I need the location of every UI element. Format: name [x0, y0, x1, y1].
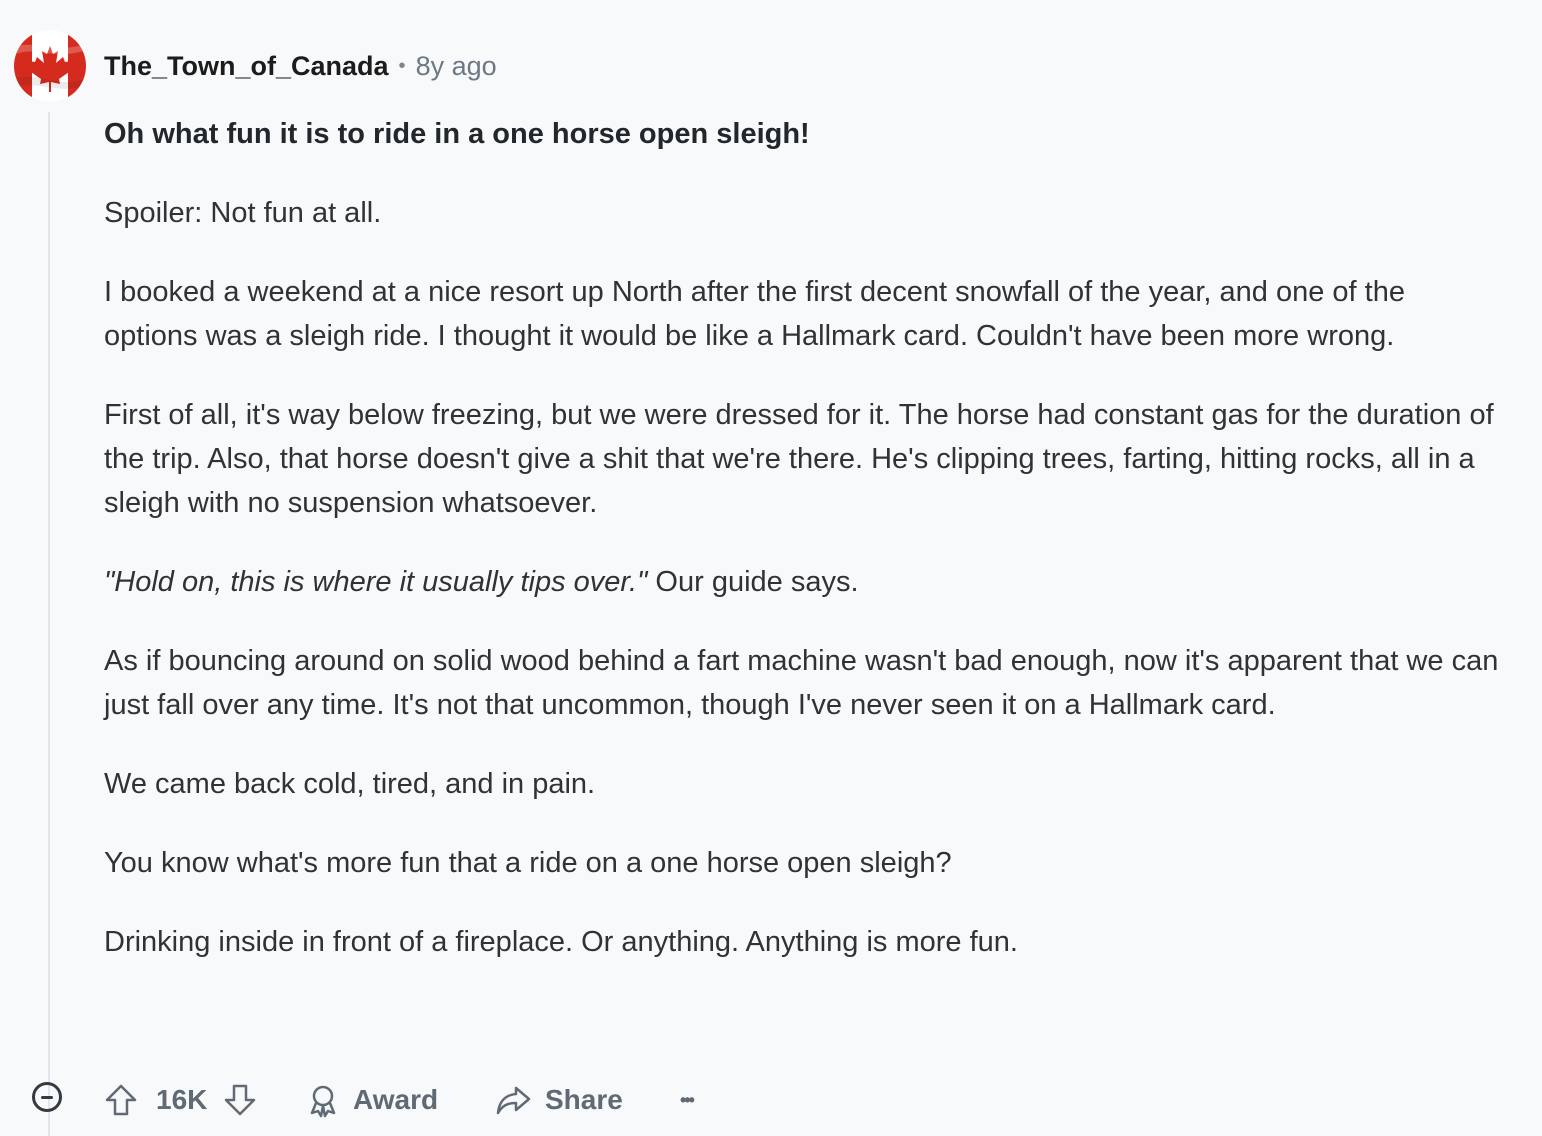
award-label: Award — [353, 1084, 439, 1115]
vote-score: 16K — [156, 1084, 208, 1115]
comment-paragraph: I booked a weekend at a nice resort up N… — [104, 276, 1405, 352]
quote-text: "Hold on, this is where it usually tips … — [104, 566, 648, 598]
comment-paragraph: Spoiler: Not fun at all. — [104, 197, 382, 229]
canada-flag-icon — [14, 30, 86, 102]
meta-separator: • — [398, 54, 406, 77]
comment-paragraph: As if bouncing around on solid wood behi… — [104, 645, 1499, 721]
upvote-icon — [105, 1084, 137, 1116]
downvote-button[interactable] — [222, 1074, 258, 1126]
quote-attribution: Our guide says. — [647, 566, 859, 598]
share-button[interactable]: Share — [495, 1074, 623, 1126]
comment-meta: The_Town_of_Canada • 8y ago — [104, 48, 497, 84]
quote-paragraph: "Hold on, this is where it usually tips … — [104, 560, 1504, 604]
downvote-icon — [224, 1084, 256, 1116]
award-button[interactable]: Award — [305, 1074, 438, 1126]
more-options-button[interactable]: ••• — [680, 1074, 695, 1126]
thread-line[interactable] — [48, 112, 50, 1136]
share-label: Share — [545, 1084, 623, 1115]
comment-paragraph: You know what's more fun that a ride on … — [104, 847, 952, 879]
comment-paragraph: We came back cold, tired, and in pain. — [104, 768, 596, 800]
username[interactable]: The_Town_of_Canada — [104, 51, 389, 82]
collapse-icon[interactable] — [32, 1082, 62, 1112]
upvote-button[interactable] — [103, 1074, 139, 1126]
award-icon — [310, 1085, 336, 1118]
comment-paragraph: Drinking inside in front of a fireplace.… — [104, 926, 1018, 958]
more-options-icon: ••• — [680, 1089, 695, 1110]
comment-heading: Oh what fun it is to ride in a one horse… — [104, 118, 810, 150]
avatar[interactable] — [14, 30, 86, 102]
comment-paragraph: First of all, it's way below freezing, b… — [104, 399, 1494, 519]
timestamp[interactable]: 8y ago — [416, 51, 497, 82]
comment-body: Oh what fun it is to ride in a one horse… — [104, 112, 1504, 999]
comment-actions: 16K Award Share ••• — [0, 1074, 760, 1126]
comment: The_Town_of_Canada • 8y ago Oh what fun … — [0, 0, 1542, 1136]
share-icon — [496, 1086, 531, 1115]
